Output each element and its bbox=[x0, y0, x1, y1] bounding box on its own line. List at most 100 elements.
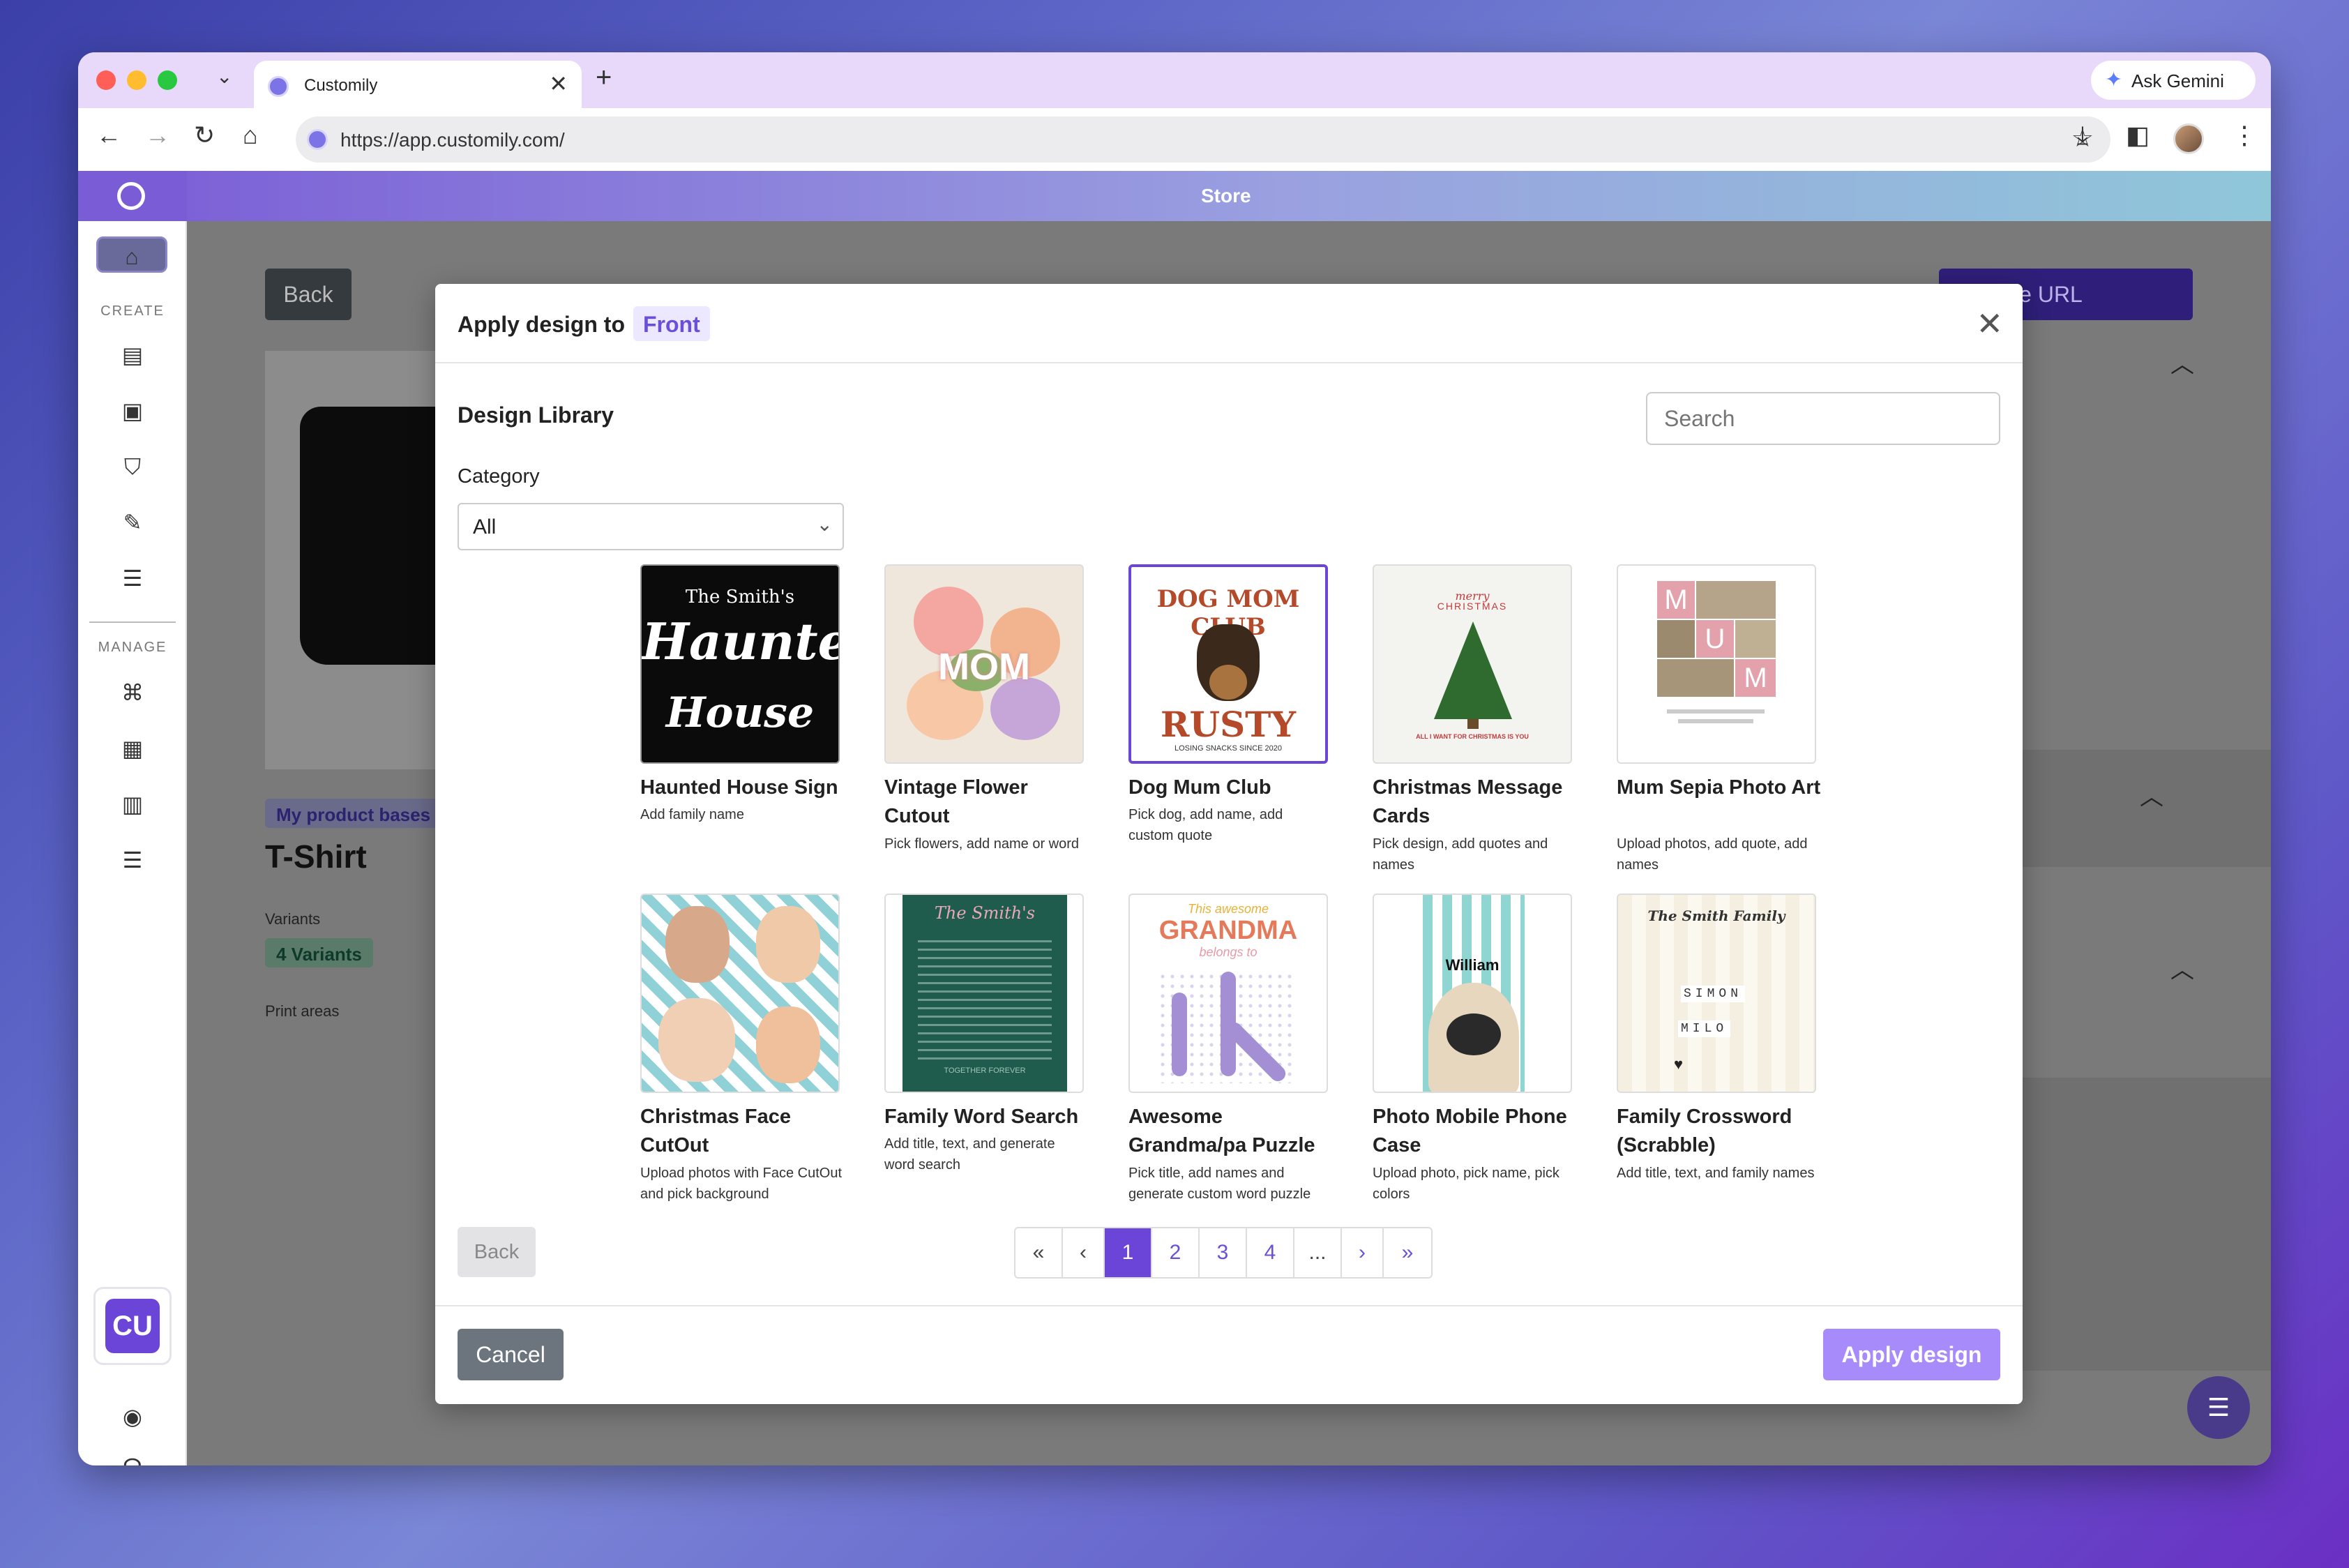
variants-label: Variants bbox=[265, 910, 321, 928]
store-icon[interactable]: ▥ bbox=[114, 786, 151, 822]
download-icon[interactable]: ⤓ bbox=[2077, 121, 2088, 151]
store-label: Store bbox=[1201, 185, 1251, 206]
modal-title: Apply design to bbox=[458, 312, 625, 337]
account-icon[interactable]: ◉ bbox=[114, 1399, 151, 1435]
thumb-text: CHRISTMAS bbox=[1437, 601, 1508, 612]
search-input[interactable] bbox=[1646, 392, 2000, 445]
design-name: Christmas Message Cards bbox=[1373, 776, 1563, 827]
thumb-text: Haunted bbox=[642, 612, 838, 671]
home-icon[interactable]: ⌂ bbox=[243, 121, 258, 150]
side-panel-icon[interactable]: ◧ bbox=[2126, 121, 2150, 150]
product-shirt-icon[interactable]: ⛉ bbox=[114, 448, 151, 485]
maximize-window-button[interactable] bbox=[158, 70, 177, 90]
page-back-button[interactable]: Back bbox=[265, 269, 352, 320]
chevron-down-icon: ⌄ bbox=[816, 513, 833, 535]
sidebar-divider bbox=[89, 621, 176, 623]
next-page-button[interactable]: › bbox=[1342, 1228, 1384, 1277]
page-button-3[interactable]: 3 bbox=[1200, 1228, 1247, 1277]
browser-tab[interactable]: Customily ✕ bbox=[254, 61, 582, 110]
forward-arrow-icon[interactable]: → bbox=[145, 121, 170, 150]
ask-gemini-button[interactable]: ✦ Ask Gemini bbox=[2091, 61, 2256, 100]
variants-count-badge: 4 Variants bbox=[265, 938, 373, 967]
first-page-button[interactable]: « bbox=[1015, 1228, 1063, 1277]
design-description: Upload photos with Face CutOut and pick … bbox=[640, 1166, 843, 1202]
page-button-4[interactable]: 4 bbox=[1247, 1228, 1294, 1277]
thumb-text: The Smith's bbox=[685, 587, 795, 608]
collapse-chevron-icon[interactable]: ︿ bbox=[2170, 951, 2194, 985]
product-bases-badge: My product bases bbox=[265, 799, 442, 828]
gemini-sparkle-icon: ✦ bbox=[2105, 68, 2123, 91]
design-name: Vintage Flower Cutout bbox=[884, 776, 1028, 827]
design-description: Upload photo, pick name, pick colors bbox=[1373, 1166, 1559, 1202]
thumb-text: This awesome bbox=[1187, 902, 1269, 916]
design-tools-icon[interactable]: ✎ bbox=[114, 504, 151, 541]
close-window-button[interactable] bbox=[96, 70, 116, 90]
page-button-1[interactable]: 1 bbox=[1105, 1228, 1152, 1277]
tags-icon[interactable]: ⌘ bbox=[114, 674, 151, 711]
page-button-2[interactable]: 2 bbox=[1152, 1228, 1200, 1277]
category-label: Category bbox=[458, 465, 540, 488]
tab-close-icon[interactable]: ✕ bbox=[549, 70, 568, 97]
design-name: Awesome Grandma/pa Puzzle bbox=[1128, 1106, 1315, 1156]
design-thumbnail: merry CHRISTMAS ALL I WANT FOR CHRISTMAS… bbox=[1373, 564, 1572, 764]
reload-icon[interactable]: ↻ bbox=[194, 121, 215, 150]
customily-logo[interactable] bbox=[78, 171, 187, 221]
close-icon[interactable]: ✕ bbox=[1976, 305, 2003, 342]
pug-face-shape bbox=[1447, 1013, 1501, 1055]
print-areas-label: Print areas bbox=[265, 1002, 340, 1020]
mockup-icon[interactable]: ▣ bbox=[114, 393, 151, 429]
prev-page-button[interactable]: ‹ bbox=[1063, 1228, 1105, 1277]
design-thumbnail bbox=[640, 894, 840, 1093]
back-arrow-icon[interactable]: ← bbox=[96, 121, 121, 150]
design-thumbnail: The Smith Family SIMON MILO ♥ bbox=[1617, 894, 1816, 1093]
design-thumbnail: DOG MOM CLUB RUSTY LOSING SNACKS SINCE 2… bbox=[1128, 564, 1328, 764]
design-thumbnail: M U M bbox=[1617, 564, 1816, 764]
profile-avatar[interactable] bbox=[2173, 123, 2204, 154]
design-library-title: Design Library bbox=[458, 402, 614, 428]
collapse-chevron-icon[interactable]: ︿ bbox=[2140, 778, 2163, 812]
address-bar-row: ← → ↻ ⌂ https://app.customily.com/ ☆ ⤓ ◧… bbox=[78, 108, 2271, 171]
modal-footer-divider bbox=[435, 1305, 2023, 1306]
support-headset-icon[interactable]: ☊ bbox=[114, 1449, 151, 1465]
thumb-text: MILO bbox=[1678, 1020, 1731, 1037]
modal-back-button[interactable]: Back bbox=[458, 1227, 536, 1277]
puzzle-stroke bbox=[1172, 993, 1187, 1076]
list-icon[interactable]: ☰ bbox=[114, 842, 151, 878]
last-page-button[interactable]: » bbox=[1384, 1228, 1431, 1277]
design-thumbnail: The Smith's Haunted House bbox=[640, 564, 840, 764]
category-select[interactable]: All ⌄ bbox=[458, 503, 844, 550]
design-description: Upload photos, add quote, add names bbox=[1617, 836, 1808, 873]
face-shape bbox=[658, 998, 735, 1082]
design-thumbnail: MOM bbox=[884, 564, 1084, 764]
url-field[interactable]: https://app.customily.com/ ☆ bbox=[296, 116, 2110, 163]
apply-design-button[interactable]: Apply design bbox=[1823, 1329, 2000, 1380]
face-shape bbox=[756, 1007, 820, 1083]
design-description: Pick title, add names and generate custo… bbox=[1128, 1166, 1311, 1202]
customily-favicon-icon bbox=[268, 76, 289, 97]
browser-window: ⌄ Customily ✕ + ✦ Ask Gemini ← → ↻ ⌂ htt… bbox=[78, 52, 2271, 1465]
orders-icon[interactable]: ▦ bbox=[114, 730, 151, 767]
chat-support-icon[interactable]: ☰ bbox=[2187, 1376, 2250, 1439]
tab-list-chevron-icon[interactable]: ⌄ bbox=[216, 65, 232, 88]
new-tab-button[interactable]: + bbox=[596, 62, 612, 93]
home-nav-icon[interactable]: ⌂ bbox=[96, 236, 167, 273]
store-bar: Store bbox=[78, 171, 2271, 221]
templates-icon[interactable]: ▤ bbox=[114, 337, 151, 373]
thumb-text: ALL I WANT FOR CHRISTMAS IS YOU bbox=[1416, 733, 1529, 740]
heart-icon: ♥ bbox=[1674, 1055, 1684, 1073]
minimize-window-button[interactable] bbox=[127, 70, 146, 90]
design-name: Family Crossword (Scrabble) bbox=[1617, 1106, 1792, 1156]
collapse-chevron-icon[interactable]: ︿ bbox=[2170, 345, 2194, 379]
design-name: Christmas Face CutOut bbox=[640, 1106, 791, 1156]
user-initials: CU bbox=[105, 1299, 160, 1353]
site-info-icon[interactable] bbox=[307, 129, 328, 150]
thumb-text: M bbox=[1657, 581, 1695, 619]
design-name: Mum Sepia Photo Art bbox=[1617, 776, 1821, 799]
browser-menu-icon[interactable]: ⋮ bbox=[2232, 121, 2257, 150]
customily-logo-icon bbox=[117, 182, 145, 210]
user-avatar[interactable]: CU bbox=[93, 1287, 172, 1365]
cancel-button[interactable]: Cancel bbox=[458, 1329, 564, 1380]
quote-line bbox=[1667, 709, 1765, 714]
tree-shape bbox=[1434, 621, 1512, 719]
options-list-icon[interactable]: ☰ bbox=[114, 560, 151, 596]
